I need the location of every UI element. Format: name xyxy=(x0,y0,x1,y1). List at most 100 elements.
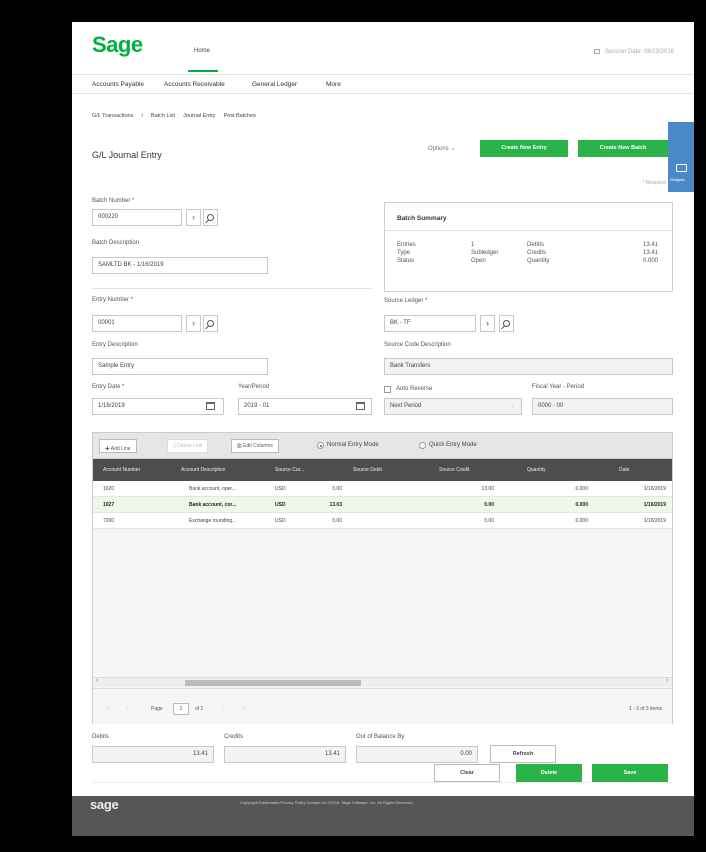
prev-page-icon[interactable]: ‹ xyxy=(127,706,129,712)
cell-account-number: 7200 xyxy=(103,518,115,524)
clear-button[interactable]: Clear xyxy=(434,764,500,782)
widgets-label: Widgets xyxy=(670,177,685,182)
footer-links[interactable]: Copyright/Trademarks Privacy Policy Cont… xyxy=(240,800,412,805)
menu-accounts-payable[interactable]: Accounts Payable xyxy=(92,81,144,88)
col-account-number[interactable]: Account Number xyxy=(103,467,140,473)
breadcrumb-journal-entry[interactable]: Journal Entry xyxy=(183,113,215,119)
scroll-left-icon[interactable]: ‹ xyxy=(96,678,98,684)
add-line-button[interactable]: + Add Line xyxy=(99,439,137,453)
credits-value: 13.41 xyxy=(642,250,658,256)
session-date[interactable]: Session Date: 08/23/2018 xyxy=(593,48,674,55)
cell-date: 1/16/2019 xyxy=(643,518,666,524)
col-source-credit[interactable]: Source Credit xyxy=(439,467,470,473)
col-account-description[interactable]: Account Description xyxy=(181,467,225,473)
page-label: Page xyxy=(151,706,163,712)
cell-source-debit: 0.00 xyxy=(332,486,342,492)
entries-value: 1 xyxy=(471,242,475,248)
calendar-icon[interactable] xyxy=(206,400,215,410)
create-new-entry-button[interactable]: Create New Entry xyxy=(480,140,568,157)
monitor-icon xyxy=(676,164,687,172)
refresh-button[interactable]: Refresh xyxy=(490,745,556,763)
widgets-side-tab[interactable]: Widgets xyxy=(668,122,694,192)
auto-reverse-label: Auto Reverse xyxy=(396,386,433,392)
cell-source-currency: USD xyxy=(275,486,286,492)
col-source-debit[interactable]: Source Debit xyxy=(353,467,382,473)
debits-label: Debits xyxy=(527,242,545,248)
batch-number-label: Batch Number * xyxy=(92,198,135,204)
breadcrumb-gl-transactions[interactable]: G/L Transactions xyxy=(92,113,133,119)
source-ledger-next-button[interactable]: › xyxy=(480,315,495,332)
save-button[interactable]: Save xyxy=(592,764,668,782)
options-dropdown[interactable]: Options ⌄ xyxy=(428,145,455,152)
menu-general-ledger[interactable]: General Ledger xyxy=(252,81,297,88)
batch-description-field[interactable]: SAMLTD BK - 1/16/2019 xyxy=(92,257,268,274)
home-tab-underline xyxy=(188,70,218,72)
breadcrumb-post-batches[interactable]: Post Batches xyxy=(223,113,255,119)
cell-source-credit: 0.00 xyxy=(484,518,494,524)
entries-label: Entries xyxy=(397,242,416,248)
entry-description-label: Entry Description xyxy=(92,342,138,348)
chevron-down-icon: ⌄ xyxy=(450,146,456,152)
summary-labels-col1: Entries Type Status xyxy=(397,241,416,265)
items-count: 1 - 3 of 3 items xyxy=(628,706,662,712)
create-new-batch-button[interactable]: Create New Batch xyxy=(578,140,668,157)
batch-search-button[interactable] xyxy=(203,209,218,226)
entry-number-field[interactable]: 00001 xyxy=(92,315,182,332)
breadcrumb-separator: / xyxy=(141,113,143,119)
credits-label: Credits xyxy=(527,250,547,256)
entry-search-button[interactable] xyxy=(203,315,218,332)
delete-button[interactable]: Delete xyxy=(516,764,582,782)
quick-entry-mode-radio[interactable] xyxy=(419,442,426,449)
menu-more[interactable]: More xyxy=(326,81,341,88)
source-ledger-field[interactable]: BK - TF xyxy=(384,315,476,332)
reverse-to-value: Next Period xyxy=(390,403,422,409)
cell-date: 1/16/2019 xyxy=(643,502,666,508)
breadcrumb-batch-list[interactable]: Batch List xyxy=(151,113,175,119)
entry-next-button[interactable]: › xyxy=(186,315,201,332)
summary-values-col1: 1 Subledger Open xyxy=(471,241,498,265)
menu-accounts-receivable[interactable]: Accounts Receivable xyxy=(164,81,225,88)
breadcrumb: G/L Transactions / Batch List Journal Entry… xyxy=(92,113,264,119)
cell-source-credit: 0.00 xyxy=(484,502,494,508)
batch-number-field[interactable]: 000220 xyxy=(92,209,182,226)
entry-description-field[interactable]: Sample Entry xyxy=(92,358,268,375)
scrollbar-thumb[interactable] xyxy=(185,680,361,686)
credits-total-field: 13.41 xyxy=(224,746,346,763)
cell-quantity: 0.000 xyxy=(575,518,588,524)
summary-values-col2: 13.41 13.41 0.000 xyxy=(643,241,658,265)
tab-home[interactable]: Home xyxy=(194,48,210,54)
horizontal-scrollbar[interactable]: ‹ › xyxy=(93,677,672,687)
col-date[interactable]: Date xyxy=(619,467,630,473)
entry-date-field[interactable]: 1/16/2019 xyxy=(92,398,224,415)
source-ledger-search-button[interactable] xyxy=(499,315,514,332)
first-page-icon[interactable]: « xyxy=(107,706,110,712)
edit-columns-button[interactable]: ▥ Edit Columns xyxy=(231,439,279,453)
year-period-field[interactable]: 2019 - 01 xyxy=(238,398,372,415)
last-page-icon[interactable]: » xyxy=(243,706,246,712)
auto-reverse-checkbox[interactable] xyxy=(384,386,391,393)
fiscal-year-period-field: 0000 - 00 xyxy=(532,398,673,415)
cell-source-currency: USD xyxy=(275,518,286,524)
source-code-description-field: Bank Transfers xyxy=(384,358,673,375)
col-source-currency[interactable]: Source Cur... xyxy=(275,467,304,473)
calendar-icon[interactable] xyxy=(356,400,365,410)
cell-source-debit: 0.00 xyxy=(332,518,342,524)
session-date-text: Session Date: 08/23/2018 xyxy=(604,49,674,55)
table-row[interactable]: 7200 Exchange rounding... USD 0.00 0.00 … xyxy=(93,513,672,529)
status-label: Status xyxy=(397,258,415,264)
table-row[interactable]: 1027 Bank account, cor... USD 13.03 0.00… xyxy=(93,497,672,513)
out-of-balance-field: 0.00 xyxy=(356,746,478,763)
page-number-input[interactable]: 1 xyxy=(173,703,189,715)
reverse-to-select[interactable]: Next Period ⌄ xyxy=(384,398,522,415)
scroll-right-icon[interactable]: › xyxy=(666,678,668,684)
edit-columns-label: Edit Columns xyxy=(243,443,273,449)
cell-source-debit: 13.03 xyxy=(329,502,342,508)
batch-next-button[interactable]: › xyxy=(186,209,201,226)
col-quantity[interactable]: Quantity xyxy=(527,467,546,473)
delete-line-button[interactable]: ▯ Delete Line xyxy=(167,439,209,453)
credits-total-label: Credits xyxy=(224,734,244,740)
batch-summary-panel: Batch Summary Entries Type Status 1 Subl… xyxy=(384,202,673,292)
normal-entry-mode-radio[interactable] xyxy=(317,442,324,449)
next-page-icon[interactable]: › xyxy=(223,706,225,712)
table-row[interactable]: 1020 Bank account, oper... USD 0.00 13.0… xyxy=(93,481,672,497)
